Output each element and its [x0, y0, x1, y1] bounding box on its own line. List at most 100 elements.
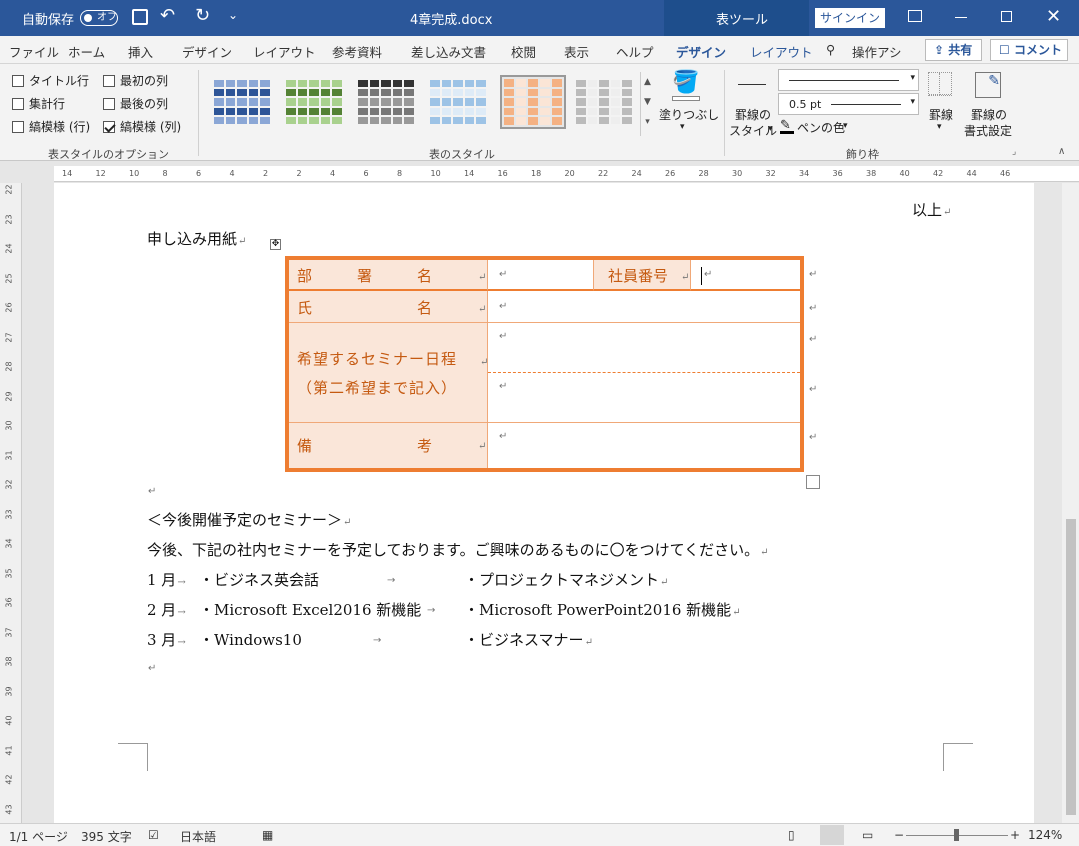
banded-columns-option[interactable]: 縞模様 (列)	[103, 118, 181, 135]
total-row-option[interactable]: 集計行	[12, 95, 65, 112]
border-style-label1[interactable]: 罫線の	[735, 106, 771, 123]
emp-no-label-cell: 社員番号 ↵	[594, 260, 691, 291]
save-icon[interactable]	[132, 9, 148, 25]
table-style-thumb-blue-dark[interactable]	[212, 78, 272, 126]
vruler-tick-label: 38	[4, 656, 14, 667]
total-row-label: 集計行	[29, 97, 66, 111]
second-choice-cell[interactable]: ↵	[488, 373, 800, 423]
web-layout-icon[interactable]: ▭	[862, 828, 873, 842]
last-column-option[interactable]: 最後の列	[103, 95, 168, 112]
table-resize-handle-icon[interactable]	[806, 475, 820, 489]
vertical-scrollbar[interactable]	[1062, 183, 1079, 823]
horizontal-ruler[interactable]: 14 12 10 8 6 4 2 2 4 6 8 10 14 16 18 20 22 24 26 28 30 32 34 36…	[54, 166, 1079, 182]
table-style-thumb-light-gray[interactable]	[574, 78, 634, 126]
tab-design[interactable]: デザイン	[182, 42, 232, 61]
table-style-thumb-light-blue[interactable]	[428, 78, 488, 126]
tab-table-design[interactable]: デザイン	[676, 42, 727, 66]
border-painter-label2[interactable]: 書式設定	[964, 122, 1012, 139]
zoom-level[interactable]: 124%	[1028, 828, 1062, 842]
shading-dropdown-icon[interactable]: ▾	[680, 122, 685, 132]
total-row-checkbox[interactable]	[12, 97, 24, 110]
redo-icon[interactable]: ↻	[195, 5, 210, 26]
undo-icon[interactable]: ↶	[160, 5, 175, 26]
line-weight-select[interactable]: 0.5 pt ▾	[778, 93, 919, 115]
zoom-slider-thumb[interactable]	[954, 829, 959, 841]
first-column-option[interactable]: 最初の列	[103, 72, 168, 89]
document-page[interactable]: 以上↵ 申し込み用紙↵ ✥ 部 署 名 ↵ ↵ 社員番号 ↵ ↵ 氏 名 ↵ ↵ 希望…	[54, 183, 1034, 823]
print-layout-icon[interactable]	[820, 825, 844, 845]
vertical-ruler[interactable]: 22 23 24 25 26 27 28 29 30 31 32 33 34 35 36 37 38 39 40 41…	[0, 183, 22, 823]
signin-button[interactable]: サインイン	[815, 8, 885, 28]
ruler-tick-label: 2	[263, 169, 269, 178]
tab-home[interactable]: ホーム	[68, 42, 105, 61]
tab-review[interactable]: 校閲	[511, 42, 536, 61]
table-move-handle-icon[interactable]: ✥	[270, 239, 281, 250]
customize-qat-icon[interactable]: ⌄	[228, 8, 238, 22]
row-end-mark: ↵	[809, 384, 818, 395]
header-row-option[interactable]: タイトル行	[12, 72, 89, 89]
tab-layout[interactable]: レイアウト	[253, 42, 316, 61]
name-value-cell[interactable]: ↵	[488, 291, 800, 323]
zoom-out-button[interactable]: −	[894, 828, 904, 842]
tab-insert[interactable]: 挿入	[128, 42, 153, 61]
macro-icon[interactable]: ▦	[262, 828, 273, 842]
first-choice-cell[interactable]: ↵	[488, 323, 800, 373]
comment-button[interactable]: ☐ コメント	[990, 39, 1068, 61]
tell-me-input[interactable]: 操作アシ	[852, 42, 902, 61]
border-painter-icon[interactable]: ✎	[975, 72, 1001, 98]
pen-color-dropdown-icon[interactable]: ▾	[843, 121, 848, 131]
pen-color-button[interactable]: ペンの色	[797, 119, 845, 136]
tab-references[interactable]: 参考資料	[332, 42, 382, 61]
vruler-tick-label: 43	[4, 803, 14, 815]
line-style-select[interactable]: ▾	[778, 69, 919, 91]
emp-no-value-cell[interactable]: ↵	[691, 260, 800, 291]
dept-value-cell[interactable]: ↵	[488, 260, 594, 291]
remarks-label: 備 考	[297, 437, 433, 455]
tab-table-layout[interactable]: レイアウト	[750, 42, 813, 61]
border-style-dropdown-icon[interactable]: ▾	[768, 124, 773, 134]
gallery-scroll[interactable]: ▲ ▼ ▾	[640, 72, 654, 136]
share-label: 共有	[948, 43, 973, 57]
share-button[interactable]: ⇪ 共有	[925, 39, 982, 61]
search-icon[interactable]: ⚲	[826, 42, 835, 57]
page-count[interactable]: 1/1 ページ	[9, 828, 68, 845]
ribbon-display-icon[interactable]	[908, 10, 922, 22]
tab-mailings[interactable]: 差し込み文書	[411, 42, 486, 61]
banded-columns-checkbox[interactable]	[103, 120, 115, 133]
collapse-ribbon-icon[interactable]: ∧	[1058, 146, 1065, 157]
scrollbar-thumb[interactable]	[1066, 519, 1076, 815]
table-style-thumb-orange-selected[interactable]	[500, 75, 566, 129]
tab-help[interactable]: ヘルプ	[616, 42, 654, 61]
table-style-thumb-gray-dark[interactable]	[356, 78, 416, 126]
header-row-checkbox[interactable]	[12, 74, 24, 87]
vruler-tick-label: 41	[4, 744, 14, 756]
borders-grid-icon[interactable]	[928, 72, 952, 96]
vruler-tick-label: 31	[4, 449, 14, 461]
row-end-mark: ↵	[809, 303, 818, 314]
word-count[interactable]: 395 文字	[81, 828, 132, 845]
borders-button[interactable]: 罫線	[929, 106, 953, 123]
tab-file[interactable]: ファイル	[9, 42, 59, 61]
borders-dropdown-icon[interactable]: ▾	[937, 122, 942, 132]
tab-view[interactable]: 表示	[564, 42, 589, 61]
last-column-checkbox[interactable]	[103, 97, 115, 110]
seminar-label-line1: 希望するセミナー日程	[297, 350, 458, 368]
table-style-thumb-green[interactable]	[284, 78, 344, 126]
banded-rows-option[interactable]: 縞模様 (行)	[12, 118, 90, 135]
close-icon[interactable]: ✕	[1046, 6, 1061, 27]
first-column-checkbox[interactable]	[103, 74, 115, 87]
zoom-in-button[interactable]: +	[1010, 828, 1020, 842]
maximize-icon[interactable]	[1001, 11, 1012, 22]
dialog-launcher-icon[interactable]: ⌟	[1012, 147, 1016, 157]
read-mode-icon[interactable]: ▯	[788, 828, 795, 842]
remarks-value-cell[interactable]: ↵	[488, 423, 800, 468]
ruler-tick-label: 28	[698, 169, 709, 178]
shading-button[interactable]: 塗りつぶし	[659, 106, 719, 123]
proofing-icon[interactable]: ☑	[148, 828, 159, 842]
language[interactable]: 日本語	[180, 828, 216, 845]
minimize-icon[interactable]	[955, 17, 967, 18]
border-painter-label1[interactable]: 罫線の	[971, 106, 1007, 123]
banded-rows-checkbox[interactable]	[12, 120, 24, 133]
vruler-tick-label: 28	[4, 361, 14, 372]
autosave-toggle[interactable]: オフ	[80, 10, 118, 26]
